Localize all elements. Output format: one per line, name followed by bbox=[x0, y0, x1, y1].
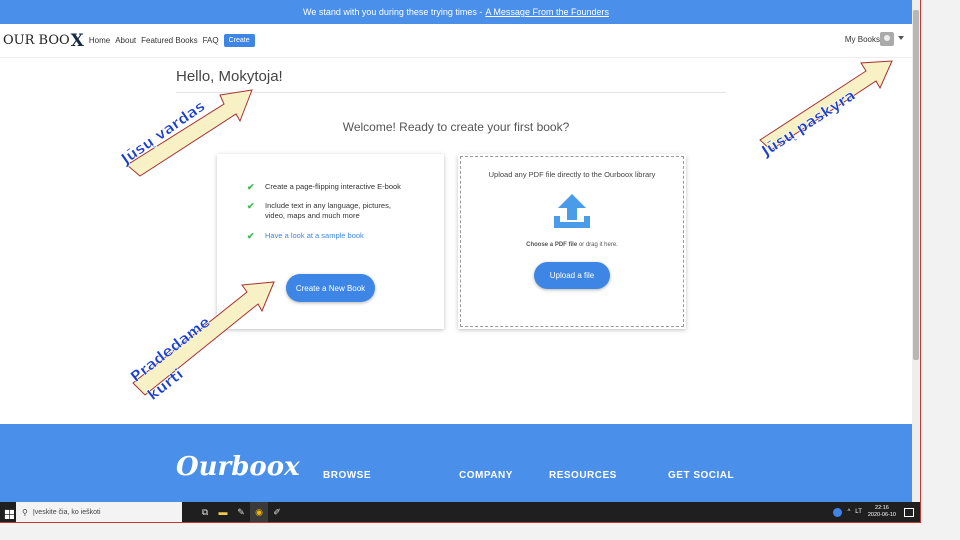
search-icon: ⚲ bbox=[22, 507, 28, 517]
scrollbar-thumb[interactable] bbox=[913, 10, 919, 360]
search-placeholder: Įveskite čia, ko ieškoti bbox=[32, 508, 101, 516]
task-view-icon[interactable]: ⧉ bbox=[196, 502, 214, 522]
file-explorer-icon[interactable]: ▬ bbox=[214, 502, 232, 522]
tool-icon[interactable]: ✐ bbox=[268, 502, 286, 522]
annotation-arrows bbox=[126, 60, 893, 396]
start-arrow-icon bbox=[132, 281, 275, 396]
windows-start-icon[interactable] bbox=[0, 502, 14, 522]
app-icon[interactable]: ✎ bbox=[232, 502, 250, 522]
taskbar-search-input[interactable]: ⚲ Įveskite čia, ko ieškoti bbox=[16, 502, 182, 522]
page-scrollbar[interactable] bbox=[912, 0, 920, 502]
browser-viewport: We stand with you during these trying ti… bbox=[0, 0, 921, 523]
clock-time: 22:16 bbox=[875, 505, 889, 511]
language-indicator[interactable]: LT bbox=[855, 509, 862, 515]
clock-date: 2020-06-10 bbox=[867, 512, 896, 518]
windows-taskbar: ⚲ Įveskite čia, ko ieškoti ⧉ ▬ ✎ ◉ ✐ ^ L… bbox=[0, 502, 920, 522]
system-tray: ^ LT 22:16 2020-06-10 bbox=[833, 502, 914, 522]
notifications-icon[interactable] bbox=[904, 507, 914, 517]
taskbar-clock[interactable]: 22:16 2020-06-10 bbox=[868, 505, 896, 519]
help-icon[interactable] bbox=[833, 507, 843, 517]
chrome-icon[interactable]: ◉ bbox=[250, 502, 268, 522]
tray-expand-icon[interactable]: ^ bbox=[847, 509, 850, 515]
